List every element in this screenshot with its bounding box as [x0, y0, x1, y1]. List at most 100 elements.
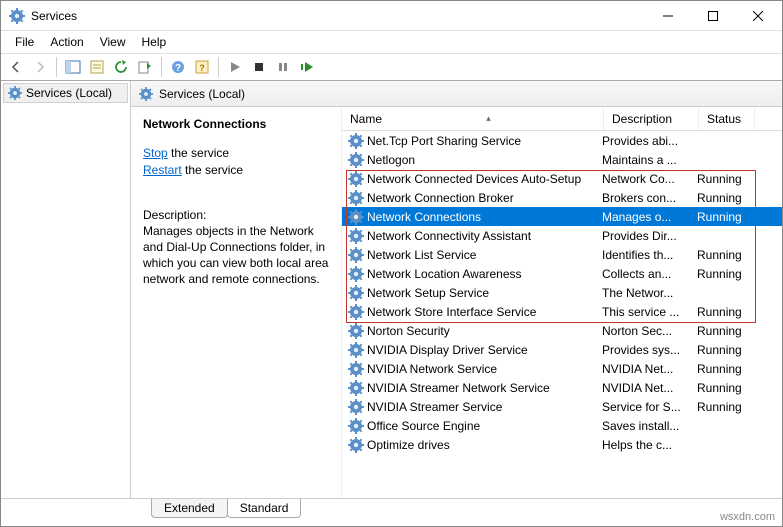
description-text: Manages objects in the Network and Dial-… [143, 223, 329, 288]
service-name: Office Source Engine [367, 419, 602, 433]
service-row[interactable]: Optimize drivesHelps the c... [342, 435, 782, 454]
service-list: Name▴ Description Status Net.Tcp Port Sh… [341, 107, 782, 498]
service-row[interactable]: Network Connected Devices Auto-SetupNetw… [342, 169, 782, 188]
service-row[interactable]: Network Connectivity AssistantProvides D… [342, 226, 782, 245]
service-row[interactable]: Network Setup ServiceThe Networ... [342, 283, 782, 302]
service-description: Manages o... [602, 210, 697, 224]
svg-text:?: ? [199, 63, 205, 73]
gear-icon [348, 418, 364, 434]
selected-service-name: Network Connections [143, 117, 329, 131]
service-name: NVIDIA Network Service [367, 362, 602, 376]
content-pane: Services (Local) Network Connections Sto… [131, 81, 782, 498]
service-description: Collects an... [602, 267, 697, 281]
help2-button[interactable]: ? [191, 56, 213, 78]
service-row[interactable]: NVIDIA Streamer Network ServiceNVIDIA Ne… [342, 378, 782, 397]
gear-icon [348, 399, 364, 415]
nav-root-label: Services (Local) [26, 86, 112, 100]
service-name: Network Connectivity Assistant [367, 229, 602, 243]
service-name: Network Connections [367, 210, 602, 224]
restart-service-button[interactable] [296, 56, 318, 78]
service-row[interactable]: Network Store Interface ServiceThis serv… [342, 302, 782, 321]
maximize-button[interactable] [690, 1, 735, 30]
service-name: NVIDIA Display Driver Service [367, 343, 602, 357]
service-row[interactable]: Network List ServiceIdentifies th...Runn… [342, 245, 782, 264]
back-button[interactable] [5, 56, 27, 78]
title-bar: Services [1, 1, 782, 31]
service-name: NVIDIA Streamer Network Service [367, 381, 602, 395]
service-status: Running [697, 362, 753, 376]
tab-standard[interactable]: Standard [227, 499, 302, 518]
export-list-button[interactable] [134, 56, 156, 78]
tab-extended[interactable]: Extended [151, 499, 228, 518]
refresh-button[interactable] [110, 56, 132, 78]
watermark: wsxdn.com [720, 511, 775, 523]
service-description: Saves install... [602, 419, 697, 433]
start-service-button[interactable] [224, 56, 246, 78]
service-description: Brokers con... [602, 191, 697, 205]
service-row[interactable]: Network Connection BrokerBrokers con...R… [342, 188, 782, 207]
gear-icon [348, 228, 364, 244]
service-name: Network List Service [367, 248, 602, 262]
service-description: Network Co... [602, 172, 697, 186]
toolbar: ? ? [1, 53, 782, 81]
gear-icon [348, 361, 364, 377]
window-title: Services [31, 9, 645, 23]
gear-icon [348, 437, 364, 453]
minimize-button[interactable] [645, 1, 690, 30]
close-button[interactable] [735, 1, 780, 30]
stop-link[interactable]: Stop [143, 146, 168, 160]
description-heading: Description: [143, 207, 329, 223]
gear-icon [348, 342, 364, 358]
nav-services-local[interactable]: Services (Local) [3, 83, 128, 103]
gear-icon [8, 86, 22, 100]
gear-icon [348, 209, 364, 225]
service-row[interactable]: NetlogonMaintains a ... [342, 150, 782, 169]
col-header-name[interactable]: Name▴ [342, 107, 604, 130]
service-status: Running [697, 267, 753, 281]
service-row[interactable]: Office Source EngineSaves install... [342, 416, 782, 435]
gear-icon [139, 87, 153, 101]
gear-icon [348, 304, 364, 320]
gear-icon [348, 171, 364, 187]
stop-suffix: the service [168, 146, 229, 160]
main-area: Services (Local) Services (Local) Networ… [1, 81, 782, 499]
service-status: Running [697, 210, 753, 224]
service-row[interactable]: NVIDIA Streamer ServiceService for S...R… [342, 397, 782, 416]
gear-icon [348, 133, 364, 149]
content-header-label: Services (Local) [159, 87, 245, 101]
menu-view[interactable]: View [92, 33, 134, 51]
service-row[interactable]: Network Location AwarenessCollects an...… [342, 264, 782, 283]
service-name: Net.Tcp Port Sharing Service [367, 134, 602, 148]
gear-icon [348, 323, 364, 339]
col-header-description[interactable]: Description [604, 107, 699, 130]
service-row[interactable]: Norton SecurityNorton Sec...Running [342, 321, 782, 340]
service-row[interactable]: NVIDIA Network ServiceNVIDIA Net...Runni… [342, 359, 782, 378]
forward-button[interactable] [29, 56, 51, 78]
service-description: Helps the c... [602, 438, 697, 452]
service-description: NVIDIA Net... [602, 362, 697, 376]
service-name: Netlogon [367, 153, 602, 167]
gear-icon [348, 266, 364, 282]
service-status: Running [697, 343, 753, 357]
menu-help[interactable]: Help [134, 33, 175, 51]
service-rows[interactable]: Net.Tcp Port Sharing ServiceProvides abi… [342, 131, 782, 498]
service-description: Provides abi... [602, 134, 697, 148]
gear-icon [348, 247, 364, 263]
menu-file[interactable]: File [7, 33, 42, 51]
service-row[interactable]: Net.Tcp Port Sharing ServiceProvides abi… [342, 131, 782, 150]
gear-icon [348, 152, 364, 168]
service-row[interactable]: Network ConnectionsManages o...Running [342, 207, 782, 226]
show-hide-tree-button[interactable] [62, 56, 84, 78]
restart-link[interactable]: Restart [143, 163, 182, 177]
service-row[interactable]: NVIDIA Display Driver ServiceProvides sy… [342, 340, 782, 359]
col-header-status[interactable]: Status [699, 107, 755, 130]
pause-service-button[interactable] [272, 56, 294, 78]
help-button[interactable]: ? [167, 56, 189, 78]
menu-bar: File Action View Help [1, 31, 782, 53]
content-header: Services (Local) [131, 81, 782, 107]
stop-service-button[interactable] [248, 56, 270, 78]
properties-button[interactable] [86, 56, 108, 78]
service-name: Optimize drives [367, 438, 602, 452]
sort-up-icon: ▴ [486, 113, 491, 124]
menu-action[interactable]: Action [42, 33, 91, 51]
